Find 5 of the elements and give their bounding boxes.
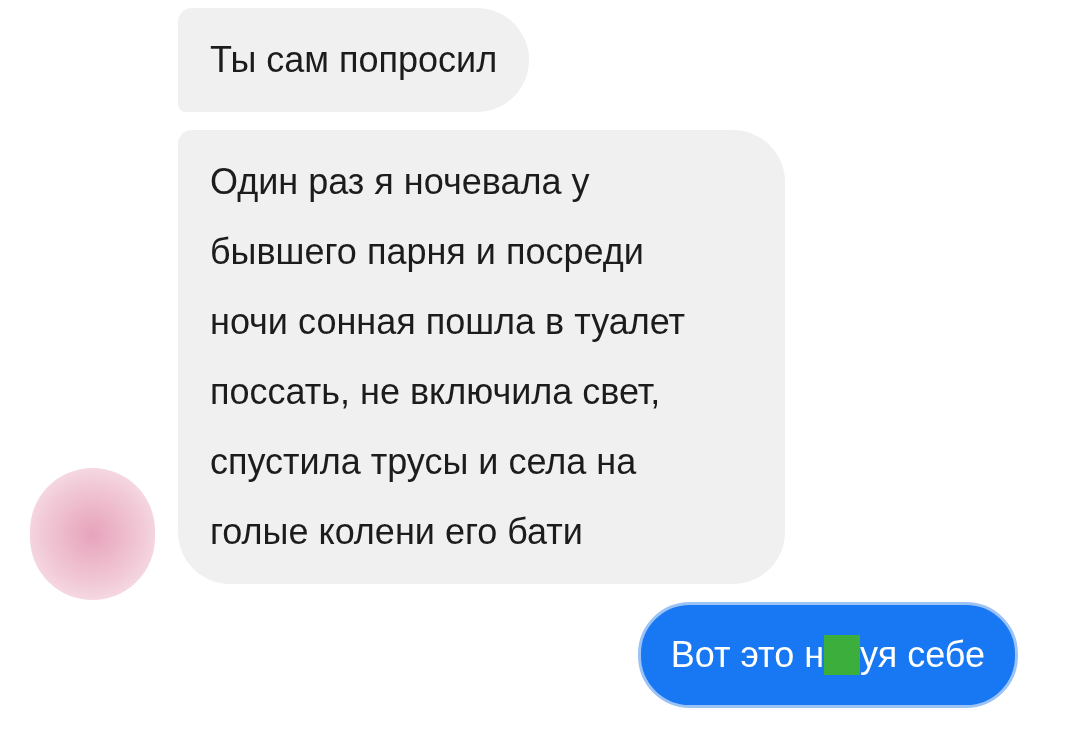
message-text: уя себе bbox=[860, 633, 985, 677]
message-text: Один раз я ночевала у бывшего парня и посреди ночи сонная пошла в туалет поссать, не включила свет, спустила трусы и села на голые колени его бати bbox=[210, 160, 686, 554]
message-text: Вот это н bbox=[670, 633, 825, 677]
censor-block bbox=[824, 635, 861, 675]
message-text: Ты сам попросил bbox=[210, 38, 498, 82]
